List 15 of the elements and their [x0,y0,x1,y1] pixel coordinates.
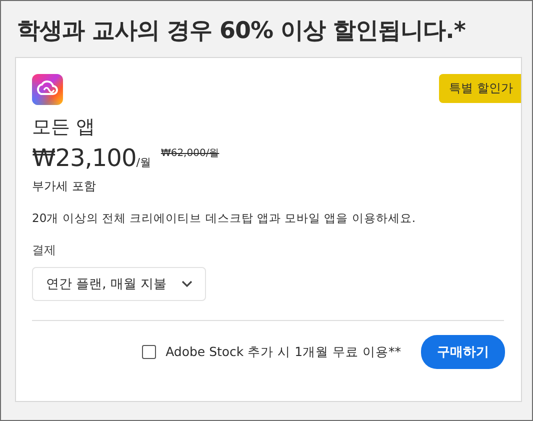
discount-badge: 특별 할인가 [439,74,521,103]
description: 20개 이상의 전체 크리에이티브 데스크탑 앱과 모바일 앱을 이용하세요. [32,211,417,226]
original-price: ₩62,000/월 [160,147,220,160]
buy-button[interactable]: 구매하기 [421,335,505,369]
billing-label: 결제 [32,242,57,259]
checkbox[interactable] [142,345,156,359]
chevron-down-icon [180,280,193,288]
headline: 학생과 교사의 경우 60% 이상 할인됩니다.* [16,17,466,46]
vat-note: 부가세 포함 [32,178,97,195]
app-logo-icon [32,74,63,105]
addon-label: Adobe Stock 추가 시 1개월 무료 이용** [166,344,401,360]
billing-dropdown[interactable]: 연간 플랜, 매월 지불 [32,267,206,301]
price: ₩23,100 [32,144,136,172]
product-name: 모든 앱 [32,115,96,140]
price-period: /월 [136,155,151,170]
